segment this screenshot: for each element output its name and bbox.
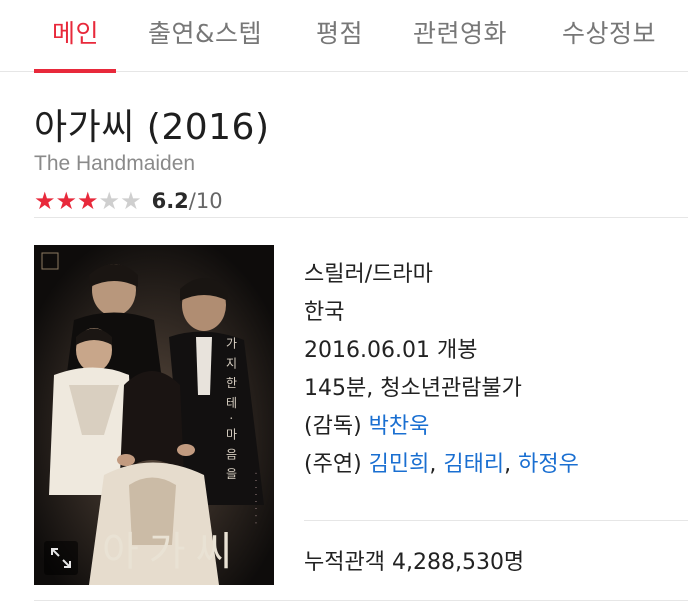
tab-ratings[interactable]: 평점 <box>316 14 363 50</box>
movie-original-title: The Handmaiden <box>34 152 196 175</box>
star-empty-icon: ★ <box>120 187 142 215</box>
star-empty-icon: ★ <box>98 187 121 215</box>
movie-title: 아가씨 (2016) <box>34 107 270 148</box>
tab-bar: 메인 출연&스텝 평점 관련영화 수상정보 <box>0 0 688 73</box>
tab-awards[interactable]: 수상정보 <box>562 14 656 50</box>
release-date: 2016.06.01 개봉 <box>304 338 478 363</box>
movie-info: 스릴러/드라마 한국 2016.06.01 개봉 145분, 청소년관람불가 (… <box>304 260 579 488</box>
cumulative-audience: 누적관객 4,288,530명 <box>304 544 524 576</box>
cast-row: (주연) 김민희, 김태리, 하정우 <box>304 450 579 488</box>
poster-credits: · · · · · · · · <box>251 471 260 525</box>
movie-poster[interactable]: 가 지 한 테 · 마 음 을 · · · · · · · · 아가씨 <box>34 245 274 585</box>
tab-cast-staff[interactable]: 출연&스텝 <box>148 14 262 50</box>
cast-link[interactable]: 김민희 <box>369 452 430 477</box>
director-row: (감독) 박찬욱 <box>304 412 579 450</box>
poster-tagline: 가 지 한 테 · 마 음 을 <box>224 337 238 482</box>
cast-separator: , <box>429 452 437 477</box>
rating-max: /10 <box>188 189 223 213</box>
audience-label: 누적관객 <box>304 550 385 575</box>
tab-related-movies[interactable]: 관련영화 <box>413 14 507 50</box>
cast-link[interactable]: 김태리 <box>443 452 504 477</box>
cast-separator: , <box>504 452 512 477</box>
country: 한국 <box>304 300 345 325</box>
divider <box>34 600 688 601</box>
rating-score: 6.2 <box>151 189 189 213</box>
star-filled-icon: ★ <box>55 187 78 215</box>
cast-label: (주연) <box>304 452 362 477</box>
director-label: (감독) <box>304 414 362 439</box>
rating: ★ ★ ★ ★ ★ 6.2 /10 <box>34 186 223 216</box>
cast-link[interactable]: 하정우 <box>518 452 579 477</box>
tab-main[interactable]: 메인 <box>52 14 99 50</box>
director-link[interactable]: 박찬욱 <box>369 414 430 439</box>
active-tab-indicator <box>34 69 116 73</box>
genre: 스릴러/드라마 <box>304 262 433 287</box>
divider <box>304 520 688 521</box>
poster-title: 아가씨 <box>102 529 243 575</box>
star-filled-icon: ★ <box>34 187 56 215</box>
divider <box>34 217 688 218</box>
runtime-age-rating: 145분, 청소년관람불가 <box>304 376 522 401</box>
expand-icon[interactable] <box>44 541 78 575</box>
audience-value: 4,288,530명 <box>391 550 525 575</box>
star-filled-icon: ★ <box>77 187 99 215</box>
